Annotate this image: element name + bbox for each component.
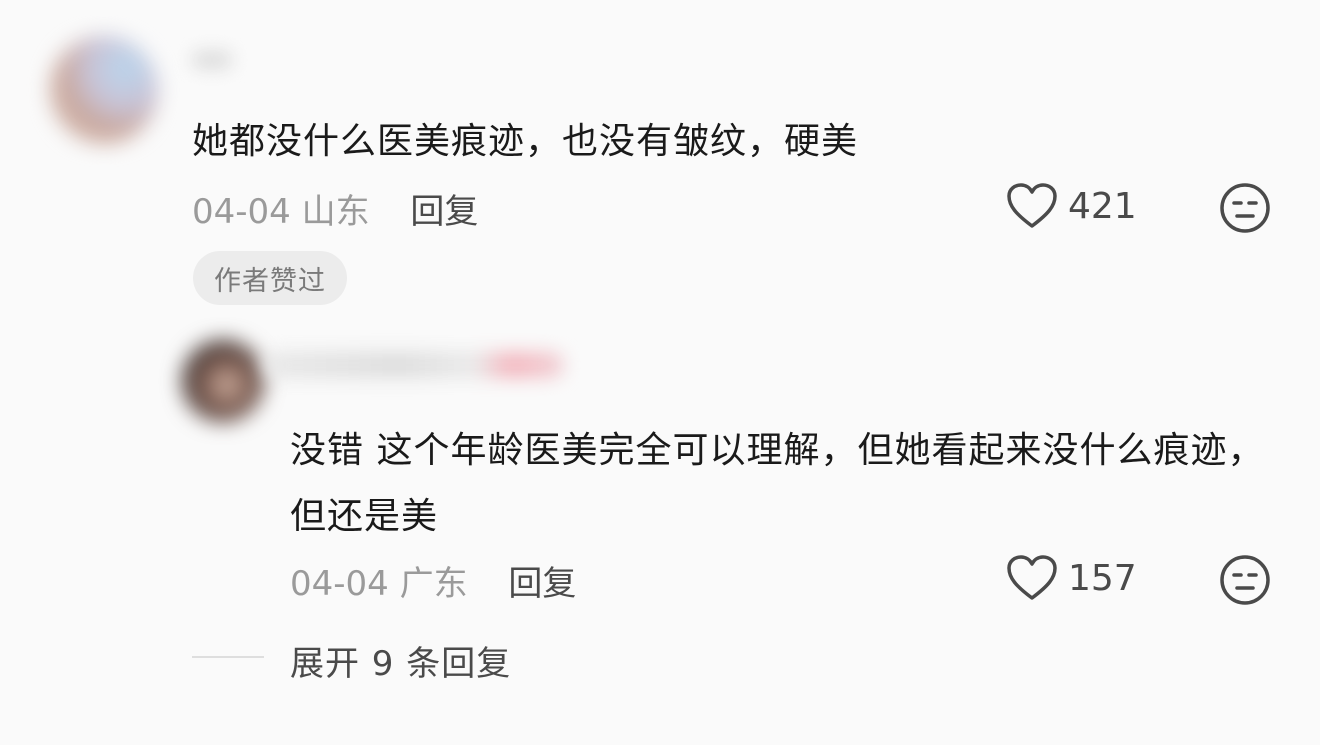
- unamused-face-icon[interactable]: [1219, 554, 1271, 606]
- username-redacted[interactable]: [264, 352, 564, 378]
- expand-replies-button[interactable]: 展开 9 条回复: [290, 636, 511, 685]
- avatar[interactable]: [50, 36, 158, 144]
- comment-text: 她都没什么医美痕迹，也没有皱纹，硬美: [192, 121, 859, 162]
- comment-location: 山东: [301, 192, 370, 232]
- like-count: 421: [1068, 185, 1137, 227]
- like-count: 157: [1068, 557, 1137, 599]
- heart-icon: [1007, 555, 1057, 600]
- unamused-face-icon[interactable]: [1219, 182, 1271, 234]
- username-redacted[interactable]: [192, 52, 232, 68]
- divider: [192, 656, 264, 658]
- comment-thread: 她都没什么医美痕迹，也没有皱纹，硬美 04-04 山东 回复 421 作者赞过 …: [0, 0, 1320, 745]
- comment-meta: 04-04 广东 回复: [290, 556, 576, 605]
- author-liked-badge: 作者赞过: [193, 251, 347, 305]
- comment-text: 没错 这个年龄医美完全可以理解，但她看起来没什么痕迹，但还是美: [290, 430, 1265, 537]
- like-button[interactable]: 157: [1006, 554, 1137, 602]
- comment-date: 04-04: [290, 564, 389, 604]
- reply-button[interactable]: 回复: [410, 192, 478, 232]
- comment-meta: 04-04 山东 回复: [192, 184, 478, 233]
- reply-button[interactable]: 回复: [508, 564, 576, 604]
- comment-location: 广东: [399, 564, 468, 604]
- comment-date: 04-04: [192, 192, 291, 232]
- avatar[interactable]: [182, 340, 264, 422]
- heart-icon: [1007, 183, 1057, 228]
- like-button[interactable]: 421: [1006, 182, 1137, 230]
